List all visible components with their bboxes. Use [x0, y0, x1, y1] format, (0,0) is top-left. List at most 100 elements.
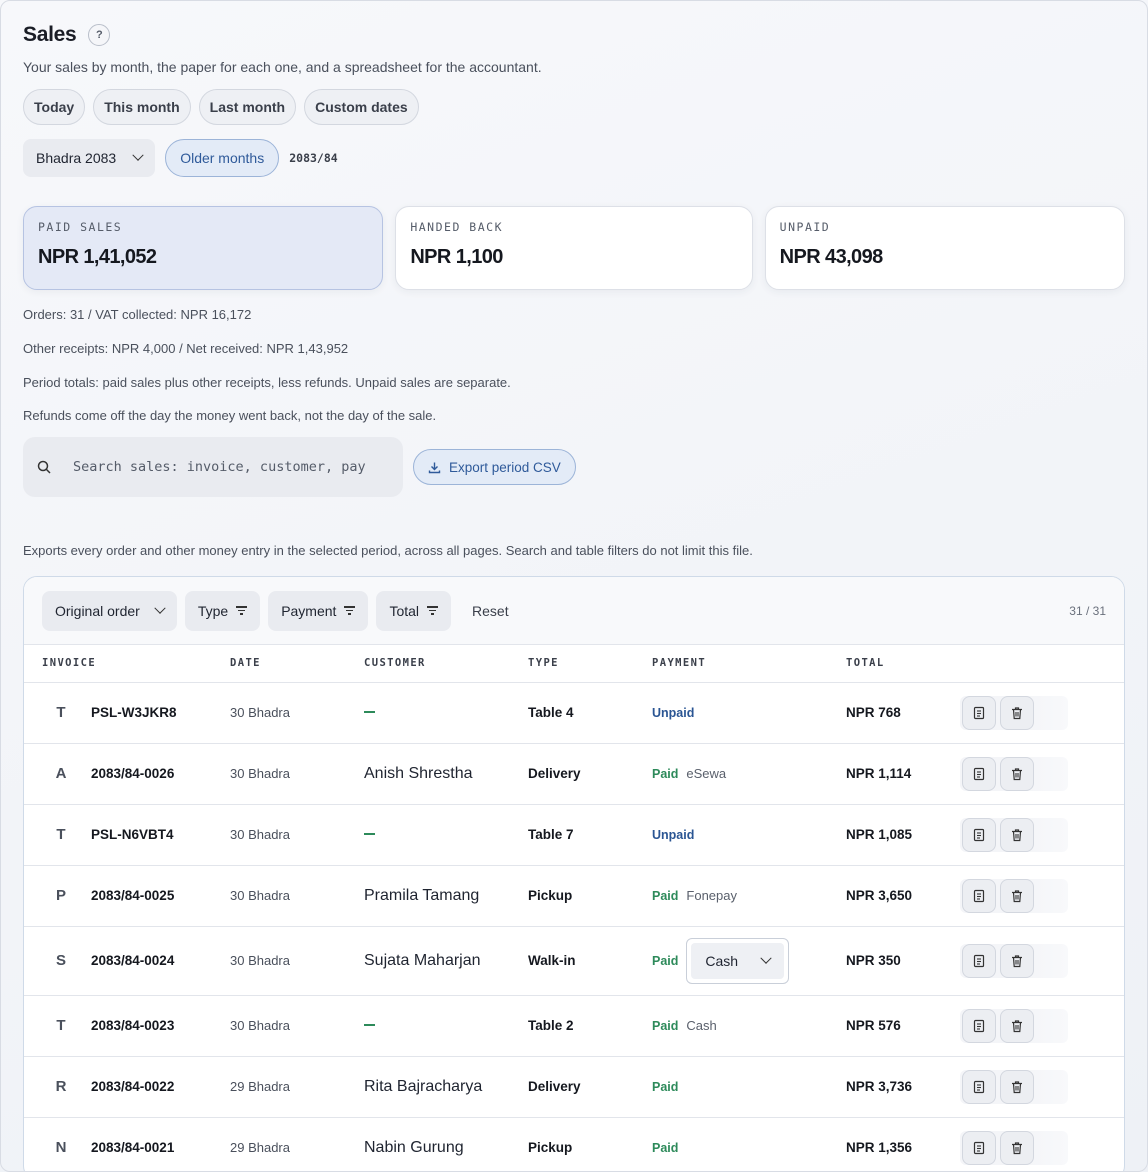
type-filter-button[interactable]: Type [184, 590, 261, 631]
sales-table: INVOICE DATE CUSTOMER TYPE PAYMENT TOTAL… [24, 645, 1124, 1171]
table-toolbar: Original order Type Payment Total Reset … [24, 577, 1124, 645]
document-icon [972, 889, 986, 903]
range-today-button[interactable]: Today [23, 89, 86, 125]
export-csv-button[interactable]: Export period CSV [413, 449, 576, 485]
payment-status: Paid [652, 1079, 679, 1094]
payment-method: Cash [686, 1018, 717, 1033]
invoice-number[interactable]: PSL-W3JKR8 [91, 705, 177, 720]
invoice-number[interactable]: PSL-N6VBT4 [91, 827, 174, 842]
trash-icon [1010, 1080, 1024, 1094]
sale-date: 30 Bhadra [230, 804, 364, 866]
order-total: NPR 3,736 [846, 1056, 960, 1118]
table-row[interactable]: T 2083/84-0023 30 Bhadra Table 2 Paid Cas… [24, 995, 1124, 1057]
delete-button[interactable] [1000, 1130, 1034, 1165]
col-date: DATE [230, 645, 364, 683]
document-icon [972, 1080, 986, 1094]
total-filter-label: Total [389, 602, 420, 619]
customer-name: Rita Bajracharya [364, 1077, 483, 1095]
row-initial: P [55, 887, 66, 904]
table-row[interactable]: T PSL-W3JKR8 30 Bhadra Table 4 Unpaid NP… [24, 682, 1124, 744]
order-total: NPR 350 [846, 926, 960, 996]
view-receipt-button[interactable] [962, 878, 996, 913]
card-label: PAID SALES [38, 220, 123, 234]
payment-status: Paid [652, 953, 679, 968]
total-filter-button[interactable]: Total [376, 590, 452, 631]
delete-button[interactable] [1000, 1069, 1034, 1104]
search-input[interactable]: Search sales: invoice, customer, pay [23, 437, 403, 497]
paid-sales-card[interactable]: PAID SALES NPR 1,41,052 [23, 206, 384, 290]
payment-status: Unpaid [652, 827, 695, 842]
order-total: NPR 1,356 [846, 1117, 960, 1171]
row-count: 31 / 31 [1069, 603, 1106, 618]
search-icon [37, 460, 51, 474]
invoice-number[interactable]: 2083/84-0026 [91, 766, 174, 781]
invoice-number[interactable]: 2083/84-0021 [91, 1140, 174, 1155]
delete-button[interactable] [1000, 756, 1034, 791]
search-placeholder: Search sales: invoice, customer, pay [73, 459, 366, 475]
customer-name: Pramila Tamang [364, 886, 480, 904]
invoice-number[interactable]: 2083/84-0022 [91, 1079, 174, 1094]
table-row[interactable]: N 2083/84-0021 29 Bhadra Nabin Gurung Pi… [24, 1117, 1124, 1171]
view-receipt-button[interactable] [962, 1130, 996, 1165]
sale-date: 29 Bhadra [230, 1117, 364, 1171]
chevron-down-icon [132, 149, 144, 161]
delete-button[interactable] [1000, 878, 1034, 913]
handed-back-card[interactable]: HANDED BACK NPR 1,100 [395, 206, 753, 290]
sale-date: 30 Bhadra [230, 743, 364, 805]
order-type: Table 7 [528, 804, 652, 866]
row-initial: A [55, 765, 67, 782]
month-select-value: Bhadra 2083 [36, 150, 117, 166]
payment-method: Fonepay [686, 888, 737, 903]
month-select[interactable]: Bhadra 2083 [23, 139, 156, 177]
range-last-month-button[interactable]: Last month [198, 89, 297, 125]
delete-button[interactable] [1000, 943, 1034, 978]
delete-button[interactable] [1000, 1008, 1034, 1043]
row-initial: R [55, 1078, 67, 1095]
table-row[interactable]: R 2083/84-0022 29 Bhadra Rita Bajrachary… [24, 1056, 1124, 1118]
range-custom-dates-button[interactable]: Custom dates [304, 89, 419, 125]
card-value: NPR 1,100 [410, 246, 503, 268]
table-row[interactable]: T PSL-N6VBT4 30 Bhadra Table 7 Unpaid NP… [24, 804, 1124, 866]
payment-method-select[interactable]: Cash [686, 937, 790, 984]
sort-select-value: Original order [55, 602, 140, 619]
trash-icon [1010, 1141, 1024, 1155]
unpaid-card[interactable]: UNPAID NPR 43,098 [764, 206, 1125, 290]
invoice-number[interactable]: 2083/84-0024 [91, 953, 174, 968]
empty-customer-dash [364, 833, 375, 836]
view-receipt-button[interactable] [962, 756, 996, 791]
payment-method: eSewa [686, 766, 727, 781]
order-total: NPR 576 [846, 995, 960, 1057]
trash-icon [1010, 828, 1024, 842]
view-receipt-button[interactable] [962, 695, 996, 730]
view-receipt-button[interactable] [962, 943, 996, 978]
delete-button[interactable] [1000, 695, 1034, 730]
older-months-button[interactable]: Older months [165, 139, 280, 177]
col-total: TOTAL [846, 645, 960, 683]
payment-status: Paid [652, 888, 679, 903]
order-type: Table 2 [528, 995, 652, 1057]
empty-customer-dash [364, 1024, 375, 1027]
table-row[interactable]: A 2083/84-0026 30 Bhadra Anish Shrestha … [24, 743, 1124, 805]
sort-select[interactable]: Original order [42, 590, 177, 631]
invoice-number[interactable]: 2083/84-0023 [91, 1018, 174, 1033]
range-this-month-button[interactable]: This month [93, 89, 191, 125]
payment-filter-button[interactable]: Payment [268, 590, 369, 631]
document-icon [972, 706, 986, 720]
sale-date: 30 Bhadra [230, 865, 364, 927]
chevron-down-icon [154, 602, 166, 614]
help-button[interactable]: ? [88, 24, 111, 46]
card-value: NPR 43,098 [779, 246, 884, 268]
sales-table-card: Original order Type Payment Total Reset … [23, 576, 1125, 1171]
range-filters: Today This month Last month Custom dates [23, 89, 1125, 125]
invoice-number[interactable]: 2083/84-0025 [91, 888, 174, 903]
table-row[interactable]: S 2083/84-0024 30 Bhadra Sujata Maharjan… [24, 926, 1124, 996]
trash-icon [1010, 889, 1024, 903]
page-header: Sales ? [23, 23, 1125, 47]
reset-filters-button[interactable]: Reset [472, 603, 509, 619]
customer-name: Anish Shrestha [364, 764, 473, 782]
view-receipt-button[interactable] [962, 1008, 996, 1043]
view-receipt-button[interactable] [962, 817, 996, 852]
view-receipt-button[interactable] [962, 1069, 996, 1104]
table-row[interactable]: P 2083/84-0025 30 Bhadra Pramila Tamang … [24, 865, 1124, 927]
delete-button[interactable] [1000, 817, 1034, 852]
